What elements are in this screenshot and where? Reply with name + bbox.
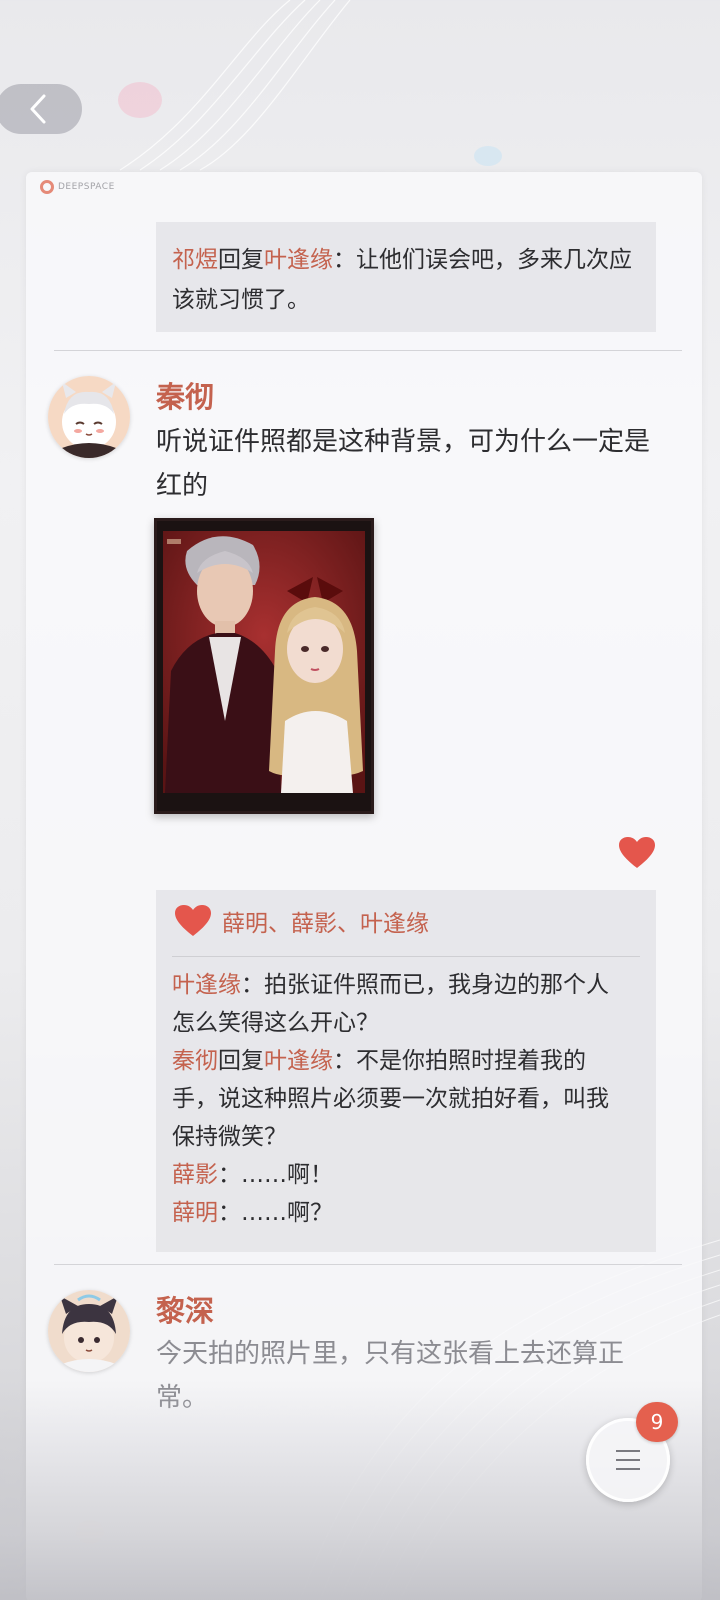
avatar[interactable]: [48, 1290, 130, 1372]
post-author[interactable]: 黎深: [156, 1288, 214, 1330]
comment-item[interactable]: 秦彻回复叶逢缘：不是你拍照时捏着我的手，说这种照片必须要一次就拍好看，叫我保持微…: [172, 1042, 622, 1156]
comment-separator: ：: [218, 1162, 241, 1188]
chevron-left-icon: [30, 94, 46, 124]
post-divider: [54, 1264, 682, 1265]
post-interactions: 薛明、薛影、叶逢缘 叶逢缘：拍张证件照而已，我身边的那个人怎么笑得这么开心？ 秦…: [156, 890, 656, 1252]
comment-author[interactable]: 薛明: [172, 1200, 218, 1226]
comment-item: 祁煜回复叶逢缘：让他们误会吧，多来几次应该就习惯了。: [172, 240, 640, 320]
comment-separator: ：: [218, 1200, 241, 1226]
like-button[interactable]: [618, 836, 656, 870]
comment-reply-target[interactable]: 叶逢缘: [264, 1048, 333, 1074]
notification-badge: 9: [636, 1402, 678, 1442]
post-author[interactable]: 秦彻: [156, 374, 214, 416]
moments-card: DEEPSPACE 祁煜回复叶逢缘：让他们误会吧，多来几次应该就习惯了。 秦彻 …: [26, 172, 702, 1600]
brand-icon: [40, 180, 54, 194]
brand-logo: DEEPSPACE: [40, 180, 115, 194]
avatar-image: [48, 376, 130, 458]
comment-item[interactable]: 薛影：……啊！: [172, 1156, 622, 1194]
post-text: 听说证件照都是这种背景，可为什么一定是红的: [156, 427, 651, 501]
menu-icon: [616, 1450, 640, 1470]
likes-row: 薛明、薛影、叶逢缘: [174, 904, 429, 938]
comment-reply-target[interactable]: 叶逢缘: [264, 247, 333, 273]
post-photo-image: [157, 521, 371, 811]
previous-post-comments: 祁煜回复叶逢缘：让他们误会吧，多来几次应该就习惯了。: [156, 222, 656, 332]
likes-names[interactable]: 薛明、薛影、叶逢缘: [222, 904, 429, 938]
comment-separator: ：: [333, 247, 356, 273]
post-photo[interactable]: [154, 518, 374, 814]
comment-author[interactable]: 叶逢缘: [172, 972, 241, 998]
comment-text: ……啊！: [241, 1162, 333, 1188]
comment-reply-word: 回复: [218, 1048, 264, 1074]
post-text: 今天拍的照片里，只有这张看上去还算正常。: [156, 1339, 625, 1413]
comment-separator: ：: [241, 972, 264, 998]
back-button[interactable]: [0, 84, 82, 134]
comment-author[interactable]: 祁煜: [172, 247, 218, 273]
comment-item[interactable]: 薛明：……啊？: [172, 1194, 622, 1232]
comment-item[interactable]: 叶逢缘：拍张证件照而已，我身边的那个人怎么笑得这么开心？: [172, 966, 622, 1042]
avatar-image: [48, 1290, 130, 1372]
brand-label: DEEPSPACE: [58, 182, 115, 192]
likes-divider: [172, 956, 640, 957]
comment-separator: ：: [333, 1048, 356, 1074]
heart-icon: [175, 905, 211, 936]
comment-list: 叶逢缘：拍张证件照而已，我身边的那个人怎么笑得这么开心？ 秦彻回复叶逢缘：不是你…: [172, 964, 622, 1232]
comment-text: ……啊？: [241, 1200, 333, 1226]
post-divider: [54, 350, 682, 351]
avatar[interactable]: [48, 376, 130, 458]
comment-reply-word: 回复: [218, 247, 264, 273]
comment-author[interactable]: 薛影: [172, 1162, 218, 1188]
comment-author[interactable]: 秦彻: [172, 1048, 218, 1074]
